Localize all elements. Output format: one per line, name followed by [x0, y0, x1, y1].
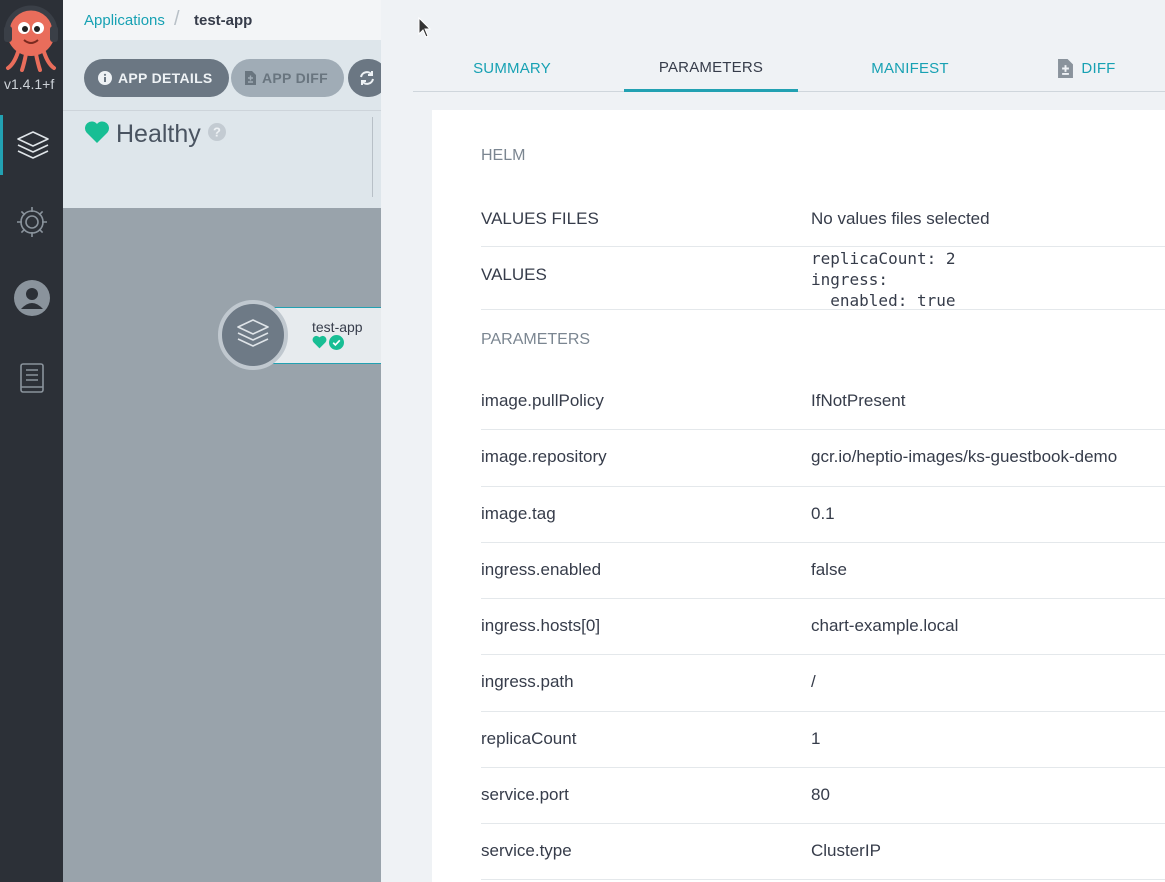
values-label: VALUES [481, 265, 547, 284]
breadcrumb-current: test-app [194, 12, 253, 29]
values-files-value: No values files selected [811, 209, 990, 228]
parameter-value: 80 [811, 784, 830, 804]
status-panel: Healthy ? [63, 110, 381, 208]
user-icon [13, 280, 50, 316]
info-icon [98, 71, 112, 85]
parameter-row: image.repository gcr.io/heptio-images/ks-… [481, 430, 1165, 487]
argo-logo[interactable] [4, 4, 59, 72]
mouse-cursor [418, 16, 432, 44]
values-files-label: VALUES FILES [481, 209, 599, 228]
tab-summary[interactable]: SUMMARY [433, 45, 591, 91]
tab-summary-label: SUMMARY [473, 59, 551, 77]
parameter-name: ingress.enabled [481, 559, 602, 579]
parameter-name: image.repository [481, 447, 607, 467]
parameter-name: ingress.hosts[0] [481, 616, 601, 635]
top-bar: Applications / test-app [63, 0, 381, 40]
parameter-value: / [811, 672, 816, 692]
svg-text:?: ? [213, 125, 221, 140]
parameter-row: service.type ClusterIP [481, 824, 1165, 881]
layers-icon [16, 128, 50, 162]
app-diff-button[interactable]: APP DIFF [231, 59, 344, 97]
health-label: Healthy [116, 120, 201, 148]
app-node-circle[interactable] [218, 300, 288, 370]
app-details-button[interactable]: APP DETAILS [84, 59, 229, 97]
check-circle-icon [329, 335, 344, 355]
parameter-name: service.port [481, 784, 569, 804]
toolbar: APP DETAILS APP DIFF [63, 40, 388, 110]
gear-icon [15, 205, 49, 239]
breadcrumb-applications-link[interactable]: Applications [84, 12, 165, 29]
parameter-value: ClusterIP [811, 841, 881, 860]
resource-tree: test-app [63, 208, 382, 882]
parameter-value: 1 [811, 728, 821, 748]
file-diff-icon [245, 71, 256, 85]
parameter-value: IfNotPresent [811, 391, 906, 410]
app-diff-label: APP DIFF [262, 70, 328, 86]
left-nav: v1.4.1+f [0, 0, 63, 882]
nav-user-info[interactable] [0, 268, 63, 328]
tab-parameters[interactable]: PARAMETERS [624, 45, 798, 92]
version-label: v1.4.1+f [4, 76, 55, 92]
book-icon [19, 362, 45, 394]
heart-icon [84, 120, 110, 149]
app-node-status [312, 335, 344, 355]
sync-icon [359, 70, 375, 86]
values-value: replicaCount: 2 ingress: enabled: true [811, 249, 956, 310]
question-circle-icon[interactable]: ? [207, 122, 227, 147]
tab-parameters-label: PARAMETERS [658, 58, 764, 76]
parameter-name: ingress.path [481, 672, 574, 692]
tab-diff[interactable]: DIFF [1027, 45, 1147, 91]
parameter-name: replicaCount [481, 728, 577, 748]
health-status: Healthy ? [84, 120, 227, 149]
app-details-page: Applications / test-app APP DETAILS APP … [63, 0, 388, 882]
tab-diff-label: DIFF [1081, 59, 1116, 77]
nav-applications[interactable] [0, 115, 63, 175]
parameter-row: service.port 80 [481, 768, 1165, 824]
tab-manifest-label: MANIFEST [871, 59, 949, 77]
parameter-row: replicaCount 1 [481, 712, 1165, 768]
helm-section-title: HELM [481, 147, 526, 164]
parameters-section-title: PARAMETERS [481, 331, 591, 348]
app-details-label: APP DETAILS [118, 70, 213, 86]
heart-icon [312, 335, 327, 355]
file-diff-icon [1058, 58, 1074, 78]
breadcrumb-separator: / [174, 8, 180, 30]
parameter-row: ingress.hosts[0] chart-example.local [481, 599, 1165, 656]
values-row: VALUES replicaCount: 2 ingress: enabled:… [481, 247, 1165, 310]
parameter-value: gcr.io/heptio-images/ks-guestbook-demo [811, 447, 1118, 467]
nav-settings[interactable] [0, 192, 63, 252]
panel-tabs: SUMMARY PARAMETERS MANIFEST DIFF [413, 45, 1165, 92]
parameter-row: ingress.path / [481, 655, 1165, 712]
status-divider [372, 117, 373, 197]
app-details-panel: SUMMARY PARAMETERS MANIFEST DIFF HELM VA… [381, 0, 1165, 882]
tab-manifest[interactable]: MANIFEST [831, 45, 989, 91]
app-node-name: test-app [312, 319, 363, 335]
parameters-card: HELM VALUES FILES No values files select… [432, 110, 1165, 882]
layers-icon [236, 316, 270, 355]
parameter-value: chart-example.local [811, 616, 959, 635]
nav-documentation[interactable] [0, 348, 63, 408]
parameter-name: image.pullPolicy [481, 391, 604, 410]
parameter-name: image.tag [481, 503, 556, 523]
values-files-row: VALUES FILES No values files selected [481, 194, 1165, 247]
parameter-value: 0.1 [811, 503, 835, 523]
parameter-value: false [811, 559, 847, 579]
parameter-row: image.pullPolicy IfNotPresent [481, 374, 1165, 431]
parameter-row: ingress.enabled false [481, 543, 1165, 599]
parameter-name: service.type [481, 841, 572, 860]
parameter-row: image.tag 0.1 [481, 487, 1165, 543]
